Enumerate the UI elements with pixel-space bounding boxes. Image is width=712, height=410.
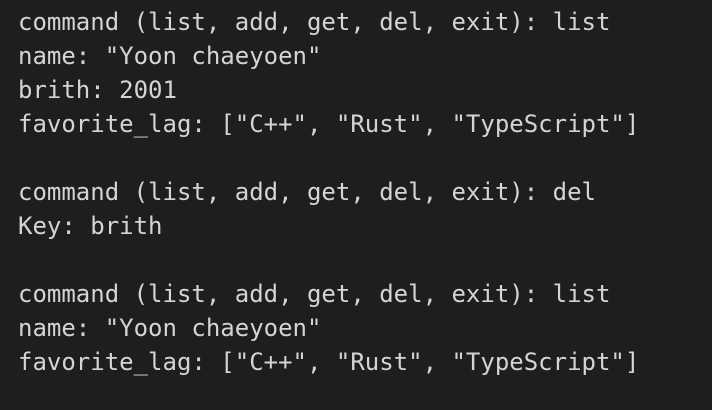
prompt-line: command (list, add, get, del, exit): lis… bbox=[18, 280, 611, 308]
prompt-line: command (list, add, get, del, exit): lis… bbox=[18, 8, 611, 36]
input-line: Key: brith bbox=[18, 212, 163, 240]
output-line: brith: 2001 bbox=[18, 76, 177, 104]
prompt-line: command (list, add, get, del, exit): del bbox=[18, 178, 596, 206]
output-line: name: "Yoon chaeyoen" bbox=[18, 314, 322, 342]
output-line: favorite_lag: ["C++", "Rust", "TypeScrip… bbox=[18, 110, 640, 138]
terminal-output[interactable]: command (list, add, get, del, exit): lis… bbox=[0, 0, 712, 410]
output-line: favorite_lag: ["C++", "Rust", "TypeScrip… bbox=[18, 348, 640, 376]
output-line: name: "Yoon chaeyoen" bbox=[18, 42, 322, 70]
